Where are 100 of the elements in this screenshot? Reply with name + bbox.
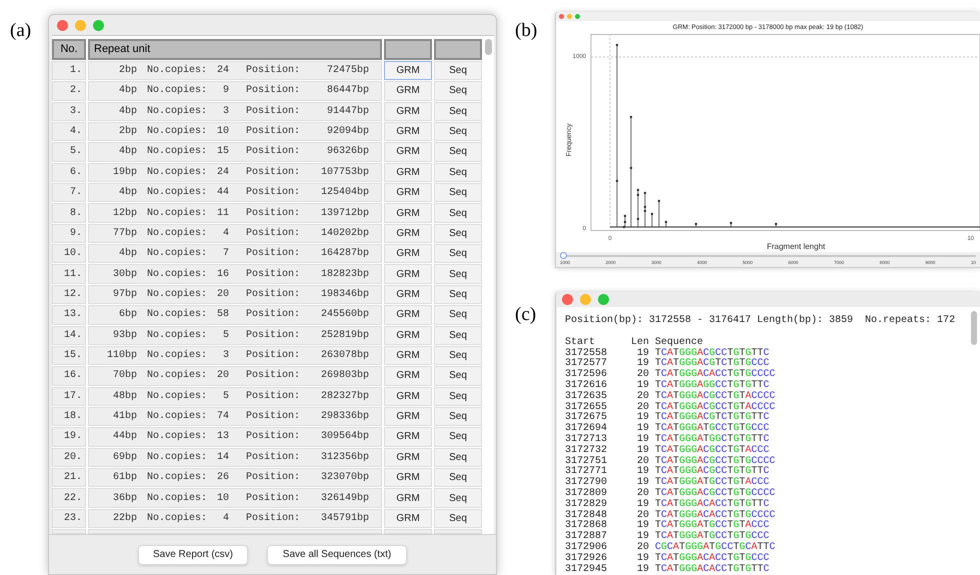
column-header[interactable]: Repeat unit [88, 39, 382, 60]
minimize-icon[interactable] [580, 294, 591, 305]
close-icon[interactable] [562, 294, 573, 305]
repeat-length: 110bp [106, 348, 137, 364]
grm-button[interactable]: GRM [384, 386, 432, 406]
seq-button[interactable]: Seq [434, 346, 482, 366]
table-cell: 5. [52, 142, 86, 162]
grm-button[interactable]: GRM [384, 122, 432, 142]
seq-button[interactable]: Seq [434, 386, 482, 406]
position-label: Position: [246, 348, 300, 364]
copies-value: 11 [216, 206, 230, 221]
position-label: Position: [246, 410, 300, 424]
grm-button[interactable]: GRM [384, 224, 432, 244]
zoom-icon[interactable] [598, 294, 609, 305]
dna-sequence: TCATGGGACACCTGTGTTC [655, 564, 770, 575]
slider-track[interactable] [560, 254, 976, 257]
minimize-icon[interactable] [567, 14, 572, 19]
zoom-icon[interactable] [93, 20, 104, 30]
start-position: 3172596 [565, 370, 608, 380]
seq-button[interactable]: Seq [434, 183, 482, 202]
seq-button[interactable]: Seq [434, 406, 482, 426]
seq-button[interactable]: Seq [434, 284, 482, 304]
grm-button[interactable]: GRM [384, 406, 432, 426]
position-label: Position: [246, 288, 300, 302]
column-header[interactable] [384, 39, 432, 60]
seq-button[interactable]: Seq [434, 468, 482, 488]
column-header[interactable]: No. [52, 39, 86, 60]
start-position: 3172868 [565, 521, 608, 532]
repeat-length: 36bp [112, 492, 137, 506]
grm-button[interactable]: GRM [384, 366, 432, 386]
position-value: 312356bp [320, 450, 369, 465]
save-button[interactable]: Save Report (csv) [138, 544, 248, 564]
seq-button[interactable]: Seq [434, 508, 482, 528]
grm-button[interactable]: GRM [384, 183, 432, 202]
copies-label: No.copies: [147, 144, 208, 160]
length-value: 20 [636, 370, 649, 380]
seq-button[interactable]: Seq [434, 224, 482, 244]
grm-button[interactable]: GRM [384, 81, 432, 101]
close-icon[interactable] [57, 20, 68, 30]
seq-button[interactable]: Seq [434, 122, 482, 142]
grm-button[interactable]: GRM [384, 284, 432, 304]
length-value: 19 [636, 413, 649, 424]
grm-button[interactable]: GRM [384, 142, 432, 162]
copies-value: 26 [216, 471, 230, 486]
position-label: Position: [246, 268, 300, 282]
repeat-length: 12bp [112, 206, 137, 221]
grm-button[interactable]: GRM [384, 305, 432, 325]
position-value: 309564bp [320, 430, 369, 444]
position-label: Position: [246, 328, 300, 343]
save-button[interactable]: Save all Sequences (txt) [267, 544, 407, 564]
grm-button[interactable]: GRM [384, 346, 432, 366]
grm-button[interactable]: GRM [384, 162, 432, 182]
copies-value: 4 [222, 226, 230, 241]
grm-button[interactable]: GRM [384, 468, 432, 488]
copies-value: 5 [222, 328, 230, 343]
seq-button[interactable]: Seq [434, 366, 482, 386]
start-position: 3172848 [565, 510, 608, 521]
grm-button[interactable]: GRM [384, 488, 432, 508]
grm-button[interactable]: GRM [384, 244, 432, 264]
position-value: 245560bp [320, 308, 369, 322]
seq-button[interactable]: Seq [434, 142, 482, 162]
repeat-length: 2bp [118, 124, 137, 140]
zoom-icon[interactable] [575, 14, 580, 19]
grm-button[interactable]: GRM [384, 508, 432, 528]
seq-button[interactable]: Seq [434, 305, 482, 325]
seq-button[interactable]: Seq [434, 60, 482, 80]
column-header[interactable] [434, 39, 482, 60]
seq-button[interactable]: Seq [434, 326, 482, 345]
scrollbar[interactable] [485, 39, 492, 55]
repeat-length: 4bp [118, 186, 137, 200]
dna-sequence: TCATGGGACGTCTGTGCCC [655, 359, 770, 370]
copies-label: No.copies: [147, 288, 208, 302]
repeat-length: 44bp [112, 430, 137, 444]
grm-button[interactable]: GRM [384, 60, 432, 80]
table-cell: 6. [52, 162, 86, 182]
grm-button[interactable]: GRM [384, 203, 432, 223]
seq-button[interactable]: Seq [434, 264, 482, 284]
start-position: 3172945 [565, 564, 608, 575]
close-icon[interactable] [559, 14, 564, 19]
grm-button[interactable]: GRM [384, 427, 432, 447]
seq-button[interactable]: Seq [434, 448, 482, 468]
length-value: 19 [636, 500, 649, 510]
position-value: 86447bp [326, 84, 369, 98]
seq-button[interactable]: Seq [434, 81, 482, 101]
start-position: 3172829 [565, 500, 608, 510]
copies-value: 3 [222, 349, 230, 364]
seq-button[interactable]: Seq [434, 203, 482, 223]
seq-button[interactable]: Seq [434, 427, 482, 447]
seq-button[interactable]: Seq [434, 162, 482, 182]
seq-button[interactable]: Seq [434, 102, 482, 121]
grm-button[interactable]: GRM [384, 448, 432, 468]
seq-button[interactable]: Seq [434, 244, 482, 264]
seq-button[interactable]: Seq [434, 488, 482, 508]
grm-button[interactable]: GRM [384, 102, 432, 121]
grm-button[interactable]: GRM [384, 326, 432, 345]
minimize-icon[interactable] [75, 20, 86, 30]
grm-button[interactable]: GRM [384, 264, 432, 284]
repeat-length: 48bp [112, 390, 137, 404]
scrollbar[interactable] [971, 311, 977, 345]
position-label: Position: [246, 368, 300, 384]
